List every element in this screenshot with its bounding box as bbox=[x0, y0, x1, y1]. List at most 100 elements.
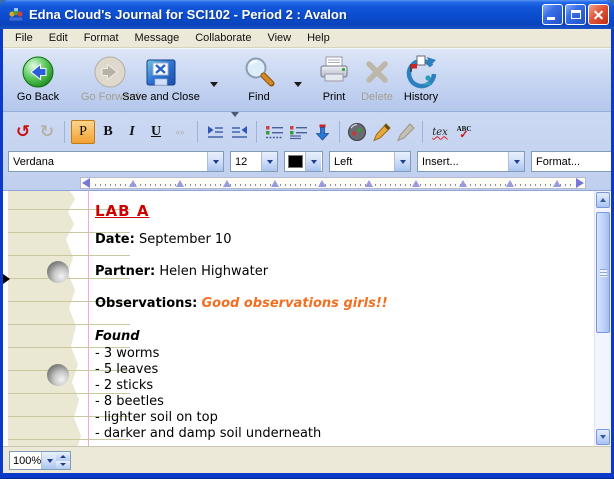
save-icon bbox=[144, 55, 178, 89]
find-button[interactable]: Find bbox=[233, 55, 285, 103]
margin-line bbox=[88, 191, 89, 446]
delete-label: Delete bbox=[361, 91, 393, 103]
application-window: Edna Cloud's Journal for SCI102 - Period… bbox=[0, 0, 614, 479]
redo-icon: ↻ bbox=[36, 120, 58, 144]
menu-collaborate[interactable]: Collaborate bbox=[187, 30, 259, 46]
chevron-down-icon bbox=[294, 82, 302, 87]
ruler-tick bbox=[506, 180, 514, 187]
check-icon: ✓ bbox=[459, 132, 468, 139]
highlighter-icon bbox=[372, 123, 391, 142]
menu-view[interactable]: View bbox=[259, 30, 299, 46]
plain-text-button[interactable]: P bbox=[71, 120, 95, 144]
decrease-indent-button[interactable] bbox=[228, 120, 250, 144]
insert-value: Insert... bbox=[418, 156, 508, 168]
chevron-down-icon[interactable] bbox=[41, 452, 57, 469]
maximize-button[interactable] bbox=[565, 4, 586, 25]
menu-help[interactable]: Help bbox=[299, 30, 338, 46]
close-button[interactable] bbox=[588, 4, 609, 25]
partner-value: Helen Highwater bbox=[159, 264, 268, 279]
format-painter-icon bbox=[396, 123, 415, 142]
alignment-select[interactable]: Left bbox=[329, 151, 411, 172]
bullet-list-button[interactable] bbox=[263, 120, 285, 144]
scroll-down-button[interactable] bbox=[596, 429, 610, 445]
partner-label: Partner: bbox=[95, 264, 155, 279]
numbered-list-button[interactable] bbox=[287, 120, 309, 144]
find-dropdown[interactable] bbox=[291, 77, 305, 91]
minimize-icon bbox=[547, 17, 555, 20]
left-indent-marker[interactable] bbox=[82, 178, 90, 188]
menu-file[interactable]: File bbox=[7, 30, 41, 46]
delete-button: Delete bbox=[355, 55, 399, 103]
font-family-value: Verdana bbox=[9, 156, 207, 168]
list-item: - 5 leaves bbox=[95, 362, 581, 378]
italic-button[interactable]: I bbox=[121, 120, 143, 144]
go-back-icon bbox=[21, 55, 55, 89]
ruler-row bbox=[3, 176, 611, 191]
format-select[interactable]: Format... bbox=[531, 151, 611, 172]
menu-message[interactable]: Message bbox=[127, 30, 188, 46]
teacher-comment: Good observations girls!! bbox=[202, 296, 388, 311]
app-icon bbox=[7, 6, 25, 24]
text-color-select[interactable] bbox=[284, 151, 323, 172]
ruler-tick bbox=[129, 180, 137, 187]
find-icon bbox=[242, 55, 276, 89]
scrollbar-thumb[interactable] bbox=[596, 212, 610, 333]
numbered-list-icon bbox=[289, 125, 308, 140]
date-field: Date: September 10 bbox=[95, 233, 581, 247]
minimize-button[interactable] bbox=[542, 4, 563, 25]
print-button[interactable]: Print bbox=[309, 55, 359, 103]
web-safety-button[interactable] bbox=[346, 120, 368, 144]
window-content: File Edit Format Message Collaborate Vie… bbox=[3, 29, 611, 473]
increase-indent-button[interactable] bbox=[204, 120, 226, 144]
menu-edit[interactable]: Edit bbox=[41, 30, 76, 46]
journal-page[interactable]: LAB A Date: September 10 Partner: Helen … bbox=[3, 191, 611, 446]
decrease-indent-icon bbox=[231, 125, 248, 140]
line-indicator-icon bbox=[3, 274, 10, 284]
scroll-up-button[interactable] bbox=[596, 192, 610, 208]
vertical-scrollbar[interactable] bbox=[594, 191, 611, 446]
menu-format[interactable]: Format bbox=[76, 30, 127, 46]
list-item: - 3 worms bbox=[95, 346, 581, 362]
history-button[interactable]: History bbox=[395, 55, 447, 103]
chevron-down-icon[interactable] bbox=[508, 152, 524, 171]
entry-title: LAB A bbox=[95, 202, 581, 220]
font-size-select[interactable]: 12 bbox=[230, 151, 278, 172]
spell-check-button[interactable]: ABC ✓ bbox=[453, 120, 475, 144]
date-label: Date: bbox=[95, 232, 135, 247]
go-back-button[interactable]: Go Back bbox=[11, 55, 65, 103]
zoom-spinner[interactable] bbox=[56, 451, 71, 470]
separator bbox=[256, 121, 257, 143]
formatting-toolbars: ↺ ↻ P B I U «» bbox=[3, 112, 611, 191]
web-safety-icon bbox=[347, 122, 367, 142]
chevron-down-icon bbox=[210, 82, 218, 87]
editor-text[interactable]: LAB A Date: September 10 Partner: Helen … bbox=[95, 202, 581, 442]
chevron-down-icon[interactable] bbox=[305, 152, 321, 171]
ruler-tick bbox=[412, 180, 420, 187]
font-family-select[interactable]: Verdana bbox=[8, 151, 224, 172]
special-characters-icon: «» bbox=[169, 120, 191, 144]
chevron-down-icon[interactable] bbox=[394, 152, 410, 171]
bold-button[interactable]: B bbox=[97, 120, 119, 144]
separator bbox=[64, 121, 65, 143]
format-toolbar: ↺ ↻ P B I U «» bbox=[11, 117, 476, 147]
move-down-button[interactable] bbox=[311, 120, 333, 144]
list-item: - darker and damp soil underneath bbox=[95, 426, 581, 442]
insert-select[interactable]: Insert... bbox=[417, 151, 525, 172]
spin-down-icon[interactable] bbox=[56, 461, 70, 470]
chevron-down-icon[interactable] bbox=[207, 152, 223, 171]
save-and-close-dropdown[interactable] bbox=[207, 77, 221, 91]
spin-up-icon[interactable] bbox=[56, 452, 70, 461]
title-bar[interactable]: Edna Cloud's Journal for SCI102 - Period… bbox=[0, 0, 614, 29]
save-and-close-button[interactable]: Save and Close bbox=[115, 55, 207, 103]
list-item: - 8 beetles bbox=[95, 394, 581, 410]
underline-button[interactable]: U bbox=[145, 120, 167, 144]
right-indent-marker[interactable] bbox=[576, 178, 584, 188]
highlighter-button[interactable] bbox=[370, 120, 392, 144]
undo-icon[interactable]: ↺ bbox=[12, 120, 34, 144]
zoom-select[interactable]: 100% bbox=[9, 451, 56, 470]
chevron-down-icon[interactable] bbox=[261, 152, 277, 171]
font-row: Verdana 12 Left Insert... bbox=[3, 149, 611, 176]
ruler-tick bbox=[271, 180, 279, 187]
delete-icon bbox=[360, 55, 394, 89]
autocorrect-icon[interactable]: tex bbox=[429, 120, 451, 144]
